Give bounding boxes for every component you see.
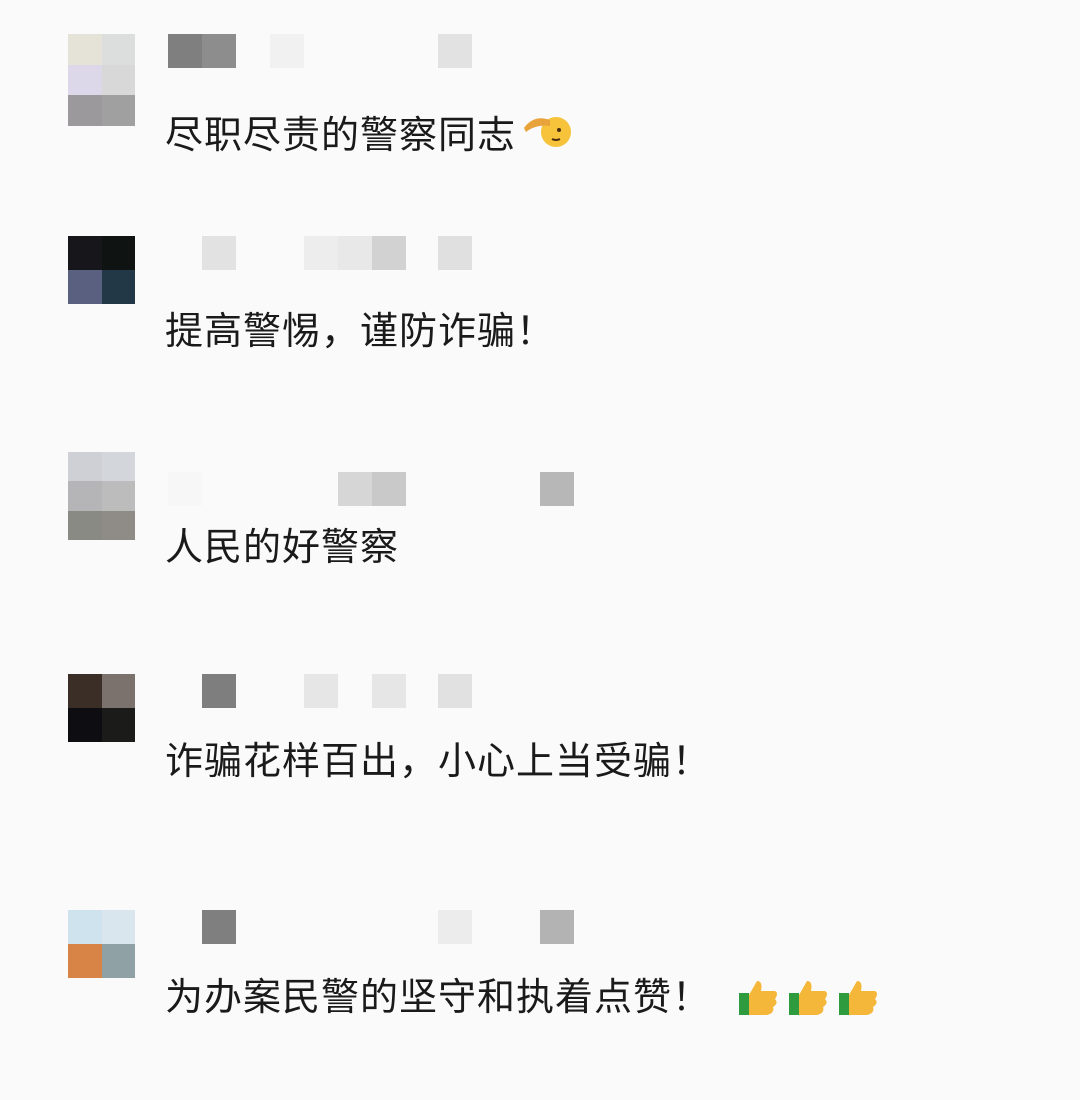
username-blurred[interactable]: [168, 34, 588, 68]
comment-text: 提高警惕，谨防诈骗！: [165, 308, 555, 354]
comment-text: 人民的好警察: [165, 524, 399, 570]
avatar[interactable]: [68, 452, 135, 540]
comment-text-content: 提高警惕，谨防诈骗！: [165, 309, 556, 353]
avatar[interactable]: [68, 674, 135, 742]
comment-text-content: 人民的好警察: [165, 525, 400, 569]
salute-emoji-icon: [522, 108, 572, 162]
comment-item: 诈骗花样百出，小心上当受骗！: [0, 660, 1080, 880]
username-blurred[interactable]: [168, 910, 588, 944]
comment-item: 为办案民警的坚守和执着点赞！: [0, 880, 1080, 1100]
comment-text-content: 尽职尽责的警察同志: [165, 113, 517, 157]
avatar[interactable]: [68, 910, 135, 978]
comment-text: 诈骗花样百出，小心上当受骗！: [165, 738, 711, 784]
thumbs-up-icon: [739, 981, 778, 1015]
comment-text: 尽职尽责的警察同志: [165, 108, 572, 162]
comment-item: 人民的好警察: [0, 440, 1080, 660]
username-blurred[interactable]: [168, 472, 588, 506]
comment-item: 尽职尽责的警察同志: [0, 0, 1080, 220]
username-blurred[interactable]: [168, 236, 588, 270]
comment-text: 为办案民警的坚守和执着点赞！: [165, 974, 881, 1020]
comment-item: 提高警惕，谨防诈骗！: [0, 220, 1080, 440]
comment-text-content: 为办案民警的坚守和执着点赞！: [165, 975, 712, 1019]
comment-text-content: 诈骗花样百出，小心上当受骗！: [165, 739, 712, 783]
thumbs-up-icon: [789, 981, 828, 1015]
thumbs-up-icon: [839, 981, 878, 1015]
avatar[interactable]: [68, 236, 135, 304]
thumbs-up-emoji-group: [737, 975, 881, 1019]
avatar[interactable]: [68, 34, 135, 126]
username-blurred[interactable]: [168, 674, 588, 708]
